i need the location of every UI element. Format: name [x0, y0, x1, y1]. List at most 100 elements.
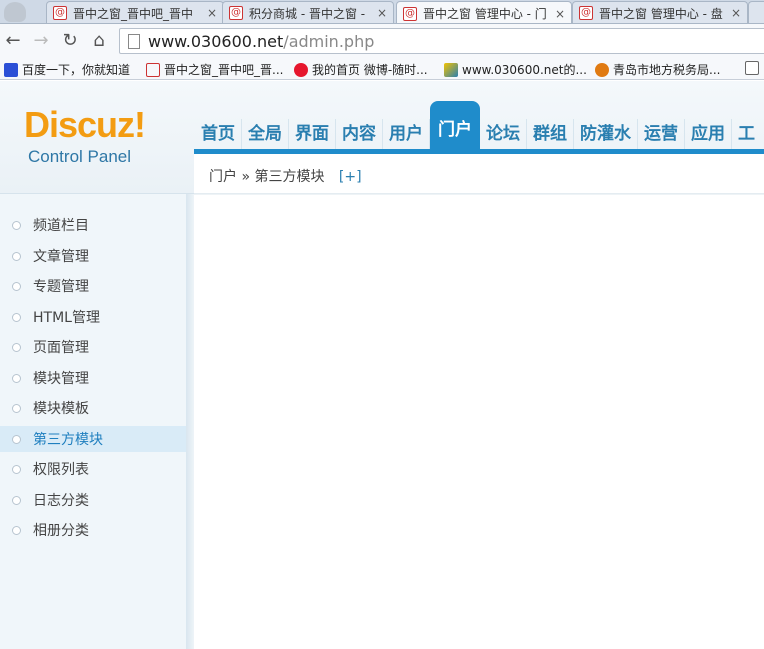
- sidebar-item-label: 权限列表: [33, 462, 89, 478]
- url-path: /admin.php: [283, 31, 375, 51]
- sidebar-item-label: 相册分类: [33, 523, 89, 539]
- bookmark-site[interactable]: 晋中之窗_晋中吧_晋...: [146, 61, 283, 78]
- topnav-portal[interactable]: 门户: [430, 101, 480, 149]
- sidebar-item-blog-category[interactable]: 日志分类: [0, 487, 186, 513]
- browser-tab-1[interactable]: @ 晋中之窗_晋中吧_晋中 ×: [46, 1, 224, 23]
- sidebar-item-channel[interactable]: 频道栏目: [0, 212, 186, 238]
- site-favicon-icon: @: [53, 6, 67, 20]
- site-favicon-icon: @: [229, 6, 243, 20]
- sidebar-item-block-template[interactable]: 模块模板: [0, 395, 186, 421]
- sidebar-item-html[interactable]: HTML管理: [0, 304, 186, 330]
- topnav-extended[interactable]: 运营: [638, 119, 685, 149]
- bookmark-030600[interactable]: www.030600.net的...: [444, 61, 587, 78]
- reload-icon[interactable]: ↻: [59, 30, 81, 52]
- admin-header: Discuz! Control Panel 首页 全局 界面 内容 用户 门户 …: [0, 81, 764, 194]
- topnav-forum[interactable]: 论坛: [480, 119, 527, 149]
- sidebar-item-label: 文章管理: [33, 249, 89, 265]
- sidebar-item-topic[interactable]: 专题管理: [0, 273, 186, 299]
- page-icon: [128, 33, 140, 49]
- topnav-style[interactable]: 界面: [289, 119, 336, 149]
- close-tab-icon[interactable]: ×: [377, 6, 387, 20]
- browser-tab-4[interactable]: @ 晋中之窗 管理中心 - 盘 ×: [572, 1, 748, 23]
- breadcrumb-path: 门户 » 第三方模块: [209, 169, 325, 185]
- browser-tab-3-active[interactable]: @ 晋中之窗 管理中心 - 门 ×: [396, 1, 572, 23]
- close-tab-icon[interactable]: ×: [207, 6, 217, 20]
- topnav-home[interactable]: 首页: [195, 119, 242, 149]
- bookmark-label: 百度一下，你就知道: [22, 63, 131, 77]
- sidebar-item-album-category[interactable]: 相册分类: [0, 517, 186, 543]
- document-icon: [745, 61, 759, 75]
- bullet-icon: [12, 434, 21, 444]
- bullet-icon: [12, 312, 21, 322]
- sidebar: 频道栏目 文章管理 专题管理 HTML管理 页面管理 模块管理 模块模板 第三方…: [0, 194, 186, 649]
- site-favicon-icon: @: [579, 6, 593, 20]
- home-icon[interactable]: ⌂: [88, 30, 110, 52]
- tab-title: 晋中之窗 管理中心 - 门: [423, 7, 547, 21]
- chart-icon: [444, 62, 458, 77]
- topnav-plugin[interactable]: 应用: [685, 119, 732, 149]
- bookmark-label: www.030600.net的...: [462, 63, 587, 77]
- site-icon: [146, 62, 160, 77]
- bookmarks-bar: 百度一下，你就知道 晋中之窗_晋中吧_晋... 我的首页 微博-随时... ww…: [0, 58, 764, 80]
- bookmark-baidu[interactable]: 百度一下，你就知道: [4, 61, 130, 78]
- back-arrow-icon[interactable]: ←: [2, 30, 24, 52]
- tax-icon: [595, 62, 609, 77]
- logo-text: Discuz!: [24, 104, 146, 145]
- topnav-tools[interactable]: 工: [732, 119, 761, 149]
- bookmark-weibo[interactable]: 我的首页 微博-随时...: [294, 61, 428, 78]
- address-bar[interactable]: www.030600.net /admin.php: [119, 28, 764, 54]
- browser-toolbar: ← → ↻ ⌂ www.030600.net /admin.php: [0, 24, 764, 58]
- main-content: [194, 194, 764, 649]
- weibo-icon: [294, 62, 308, 77]
- forward-arrow-icon[interactable]: →: [30, 30, 52, 52]
- sidebar-item-permission[interactable]: 权限列表: [0, 456, 186, 482]
- sidebar-item-label: HTML管理: [33, 310, 100, 326]
- url-host: www.030600.net: [148, 31, 284, 51]
- bullet-icon: [12, 281, 21, 291]
- close-tab-icon[interactable]: ×: [731, 6, 741, 20]
- bookmark-folder[interactable]: [745, 61, 763, 75]
- bullet-icon: [12, 495, 21, 505]
- top-navigation: 首页 全局 界面 内容 用户 门户 论坛 群组 防灌水 运营 应用 工: [195, 101, 761, 149]
- sidebar-item-label: 专题管理: [33, 279, 89, 295]
- add-shortcut-link[interactable]: [+]: [339, 169, 362, 185]
- browser-tab-5-partial[interactable]: [748, 1, 764, 23]
- topnav-content[interactable]: 内容: [336, 119, 383, 149]
- sidebar-item-page[interactable]: 页面管理: [0, 334, 186, 360]
- breadcrumb-bar: 门户 » 第三方模块 [+]: [194, 154, 764, 194]
- sidebar-item-label: 页面管理: [33, 340, 89, 356]
- bullet-icon: [12, 251, 21, 261]
- bookmark-tax[interactable]: 青岛市地方税务局...: [595, 61, 720, 78]
- sidebar-item-label: 模块模板: [33, 401, 89, 417]
- browser-tabstrip: @ 晋中之窗_晋中吧_晋中 × @ 积分商城 - 晋中之窗 - × @ 晋中之窗…: [0, 0, 764, 24]
- logo-subtitle: Control Panel: [28, 147, 132, 166]
- topnav-user[interactable]: 用户: [383, 119, 430, 149]
- topnav-safe[interactable]: 防灌水: [574, 119, 638, 149]
- tab-title: 积分商城 - 晋中之窗 -: [249, 6, 366, 21]
- browser-tab-2[interactable]: @ 积分商城 - 晋中之窗 - ×: [222, 1, 394, 23]
- bullet-icon: [12, 342, 21, 352]
- bookmark-label: 晋中之窗_晋中吧_晋...: [164, 63, 284, 77]
- site-favicon-icon: @: [403, 6, 417, 21]
- bullet-icon: [12, 464, 21, 474]
- baidu-icon: [4, 62, 18, 77]
- topnav-global[interactable]: 全局: [242, 119, 289, 149]
- sidebar-item-article[interactable]: 文章管理: [0, 243, 186, 269]
- sidebar-item-label: 模块管理: [33, 371, 89, 387]
- bookmark-label: 青岛市地方税务局...: [613, 63, 721, 77]
- sidebar-item-label: 第三方模块: [33, 432, 103, 448]
- bullet-icon: [12, 373, 21, 383]
- bullet-icon: [12, 403, 21, 413]
- sidebar-item-thirdparty[interactable]: 第三方模块: [0, 426, 186, 452]
- discuz-logo[interactable]: Discuz! Control Panel: [24, 104, 146, 167]
- tab-title: 晋中之窗_晋中吧_晋中: [73, 6, 194, 21]
- sidebar-item-label: 频道栏目: [33, 218, 89, 234]
- sidebar-item-block[interactable]: 模块管理: [0, 365, 186, 391]
- topnav-group[interactable]: 群组: [527, 119, 574, 149]
- bookmark-label: 我的首页 微博-随时...: [312, 63, 428, 77]
- sidebar-divider: [186, 194, 194, 649]
- bullet-icon: [12, 525, 21, 535]
- close-tab-icon[interactable]: ×: [555, 7, 565, 21]
- incognito-profile-icon[interactable]: [4, 2, 26, 22]
- bullet-icon: [12, 220, 21, 230]
